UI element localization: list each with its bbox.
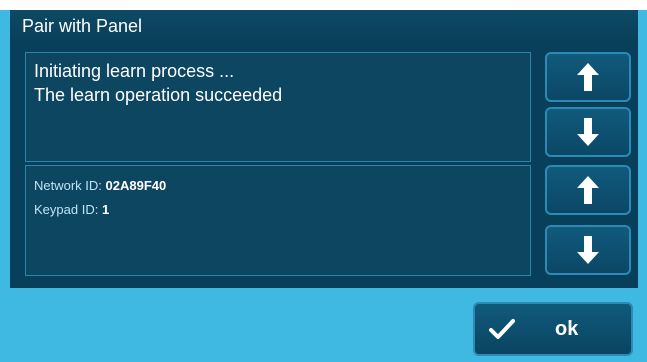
keypad-id-label: Keypad ID: xyxy=(34,202,99,217)
keypad-id-value: 1 xyxy=(101,202,110,217)
info-panel: Network ID: 02A89F40 Keypad ID: 1 xyxy=(25,165,531,276)
window-title: Pair with Panel xyxy=(10,10,638,42)
info-scroll-up-button[interactable] xyxy=(545,165,631,215)
checkmark-icon xyxy=(489,319,515,339)
ok-button[interactable]: ok xyxy=(473,302,633,356)
log-scroll-up-button[interactable] xyxy=(545,52,631,102)
network-id-value: 02A89F40 xyxy=(105,178,167,193)
network-id-row: Network ID: 02A89F40 xyxy=(34,174,522,198)
info-scroll-down-button[interactable] xyxy=(545,225,631,275)
log-line: The learn operation succeeded xyxy=(34,85,283,105)
top-strip xyxy=(0,0,647,10)
screen: Pair with Panel Initiating learn process… xyxy=(0,0,647,362)
keypad-id-row: Keypad ID: 1 xyxy=(34,198,522,222)
log-scroll-down-button[interactable] xyxy=(545,107,631,157)
log-panel: Initiating learn process ... The learn o… xyxy=(25,52,531,162)
arrow-up-icon xyxy=(577,63,599,91)
ok-label: ok xyxy=(555,318,579,340)
arrow-down-icon xyxy=(577,118,599,146)
network-id-label: Network ID: xyxy=(34,178,102,193)
content-area: Initiating learn process ... The learn o… xyxy=(10,42,638,288)
arrow-down-icon xyxy=(577,236,599,264)
arrow-up-icon xyxy=(577,176,599,204)
log-line: Initiating learn process ... xyxy=(34,61,235,81)
